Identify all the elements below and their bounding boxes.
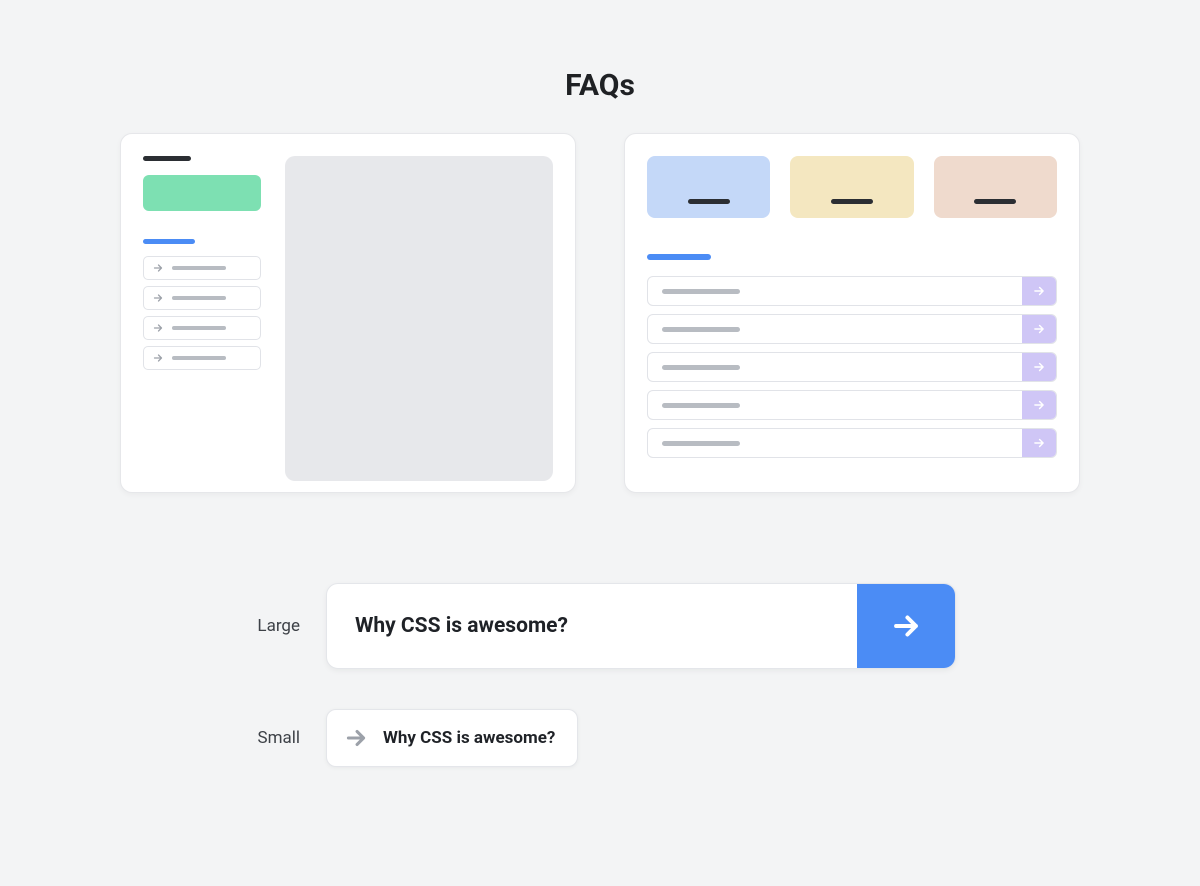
mock-title-stub [143, 156, 191, 161]
mock-faq-row [647, 352, 1057, 382]
preview-row [0, 133, 1200, 493]
example-small-row: Small Why CSS is awesome? [236, 709, 578, 767]
mock-arrow-button [1022, 429, 1056, 457]
mock-content-area [285, 156, 553, 481]
mock-tab [647, 156, 770, 218]
faq-item-large[interactable]: Why CSS is awesome? [326, 583, 956, 669]
arrow-right-icon [1032, 398, 1046, 412]
arrow-right-icon [152, 262, 164, 274]
page-title: FAQs [0, 68, 1200, 103]
mock-faq-row [647, 276, 1057, 306]
arrow-right-icon [1032, 436, 1046, 450]
mock-tab [934, 156, 1057, 218]
arrow-right-icon [152, 352, 164, 364]
example-label: Small [236, 728, 300, 748]
mock-faq-item [143, 346, 261, 370]
faq-question-text: Why CSS is awesome? [327, 614, 857, 638]
mock-arrow-button [1022, 353, 1056, 381]
mock-section-label [143, 239, 195, 244]
mock-faq-item [143, 286, 261, 310]
arrow-right-icon [1032, 360, 1046, 374]
mock-faq-row [647, 314, 1057, 344]
mock-tab [790, 156, 913, 218]
mock-faq-row [647, 390, 1057, 420]
example-label: Large [236, 616, 300, 636]
arrow-right-icon [1032, 322, 1046, 336]
mock-arrow-button [1022, 277, 1056, 305]
mock-arrow-button [1022, 315, 1056, 343]
example-large-row: Large Why CSS is awesome? [236, 583, 956, 669]
examples-section: Large Why CSS is awesome? Small Why CSS … [0, 583, 1200, 767]
preview-tabs-layout [624, 133, 1080, 493]
faq-open-button[interactable] [857, 584, 955, 668]
arrow-right-icon [152, 322, 164, 334]
preview-sidebar-layout [120, 133, 576, 493]
arrow-right-icon [343, 725, 369, 751]
arrow-right-icon [889, 609, 923, 643]
mock-arrow-button [1022, 391, 1056, 419]
mock-primary-button [143, 175, 261, 211]
mock-faq-item [143, 256, 261, 280]
arrow-right-icon [152, 292, 164, 304]
mock-sidebar [143, 156, 261, 470]
faq-item-small[interactable]: Why CSS is awesome? [326, 709, 578, 767]
faq-question-text: Why CSS is awesome? [383, 728, 555, 748]
mock-faq-item [143, 316, 261, 340]
mock-section-label [647, 254, 711, 260]
mock-faq-row [647, 428, 1057, 458]
mock-tabs [647, 156, 1057, 218]
arrow-right-icon [1032, 284, 1046, 298]
